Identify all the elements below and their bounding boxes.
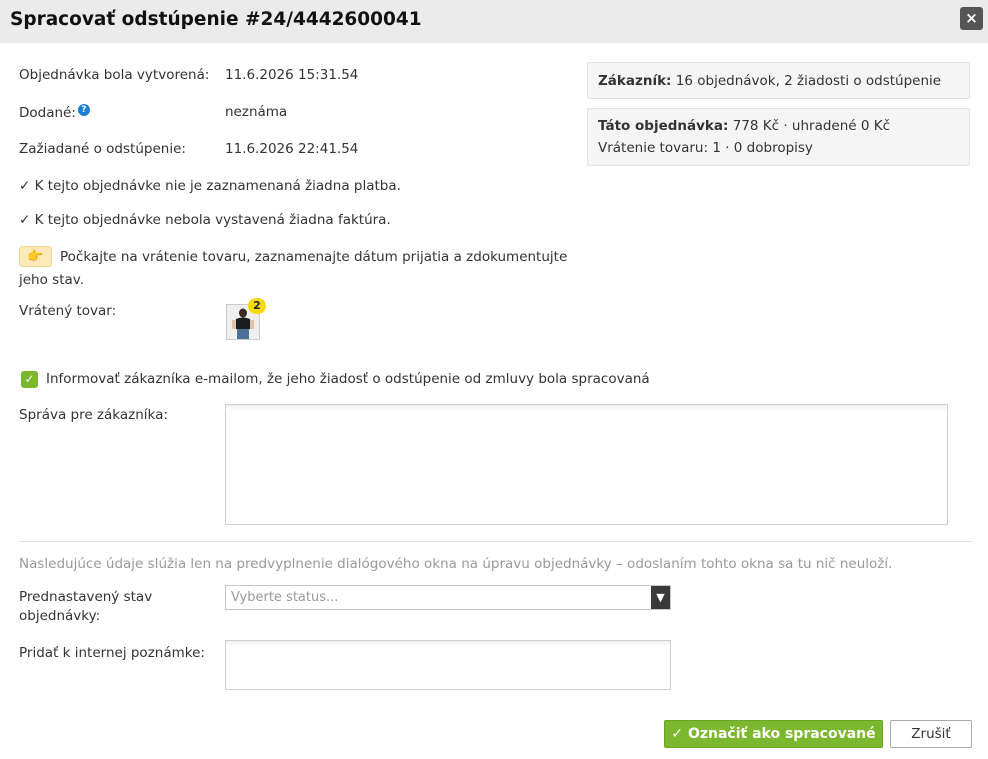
customer-value: 16 objednávok, 2 žiadosti o odstúpenie: [675, 73, 942, 89]
created-value: 11.6.2026 15:31.54: [225, 67, 359, 83]
delivered-label: Dodané:: [19, 105, 76, 121]
close-button[interactable]: ×: [960, 7, 983, 30]
status-select[interactable]: Vyberte status... ▼: [225, 585, 671, 610]
internal-note-input[interactable]: [225, 640, 671, 690]
prefill-hint: Nasledujúce údaje slúžia len na predvypl…: [19, 556, 893, 572]
order-info-box: Táto objednávka: 778 Kč · uhradené 0 Kč …: [587, 108, 970, 166]
payment-status: ✓ K tejto objednávke nie je zaznamenaná …: [19, 178, 401, 194]
dialog-titlebar: Spracovať odstúpenie #24/4442600041 ×: [0, 0, 988, 43]
invoice-status: ✓ K tejto objednávke nebola vystavená ži…: [19, 212, 391, 228]
mark-processed-button[interactable]: ✓ Označiť ako spracované: [664, 720, 883, 748]
notice-text: Počkajte na vrátenie tovaru, zaznamenajt…: [19, 249, 568, 288]
internal-note-label: Pridať k internej poznámke:: [19, 645, 205, 661]
cancel-button[interactable]: Zrušiť: [890, 720, 972, 748]
customer-info-box: Zákazník: 16 objednávok, 2 žiadosti o od…: [587, 62, 970, 99]
delivered-label-row: Dodané:?: [19, 104, 90, 121]
requested-value: 11.6.2026 22:41.54: [225, 141, 359, 157]
order-value: 778 Kč · uhradené 0 Kč: [732, 118, 891, 134]
notify-checkbox[interactable]: ✓: [21, 371, 38, 388]
dialog-title: Spracovať odstúpenie #24/4442600041: [10, 9, 422, 30]
section-divider: [19, 541, 972, 542]
message-textarea[interactable]: [225, 404, 948, 525]
close-icon: ×: [965, 9, 978, 27]
chevron-down-icon[interactable]: ▼: [651, 586, 670, 609]
order-label: Táto objednávka:: [598, 118, 729, 134]
status-placeholder: Vyberte status...: [231, 590, 339, 605]
message-label: Správa pre zákazníka:: [19, 407, 168, 423]
returns-summary: Vrátenie tovaru: 1 · 0 dobropisy: [598, 140, 813, 156]
status-label: Prednastavený stav objednávky:: [19, 589, 153, 624]
returned-goods-label: Vrátený tovar:: [19, 303, 117, 319]
created-label: Objednávka bola vytvorená:: [19, 67, 210, 83]
notify-label[interactable]: Informovať zákazníka e-mailom, že jeho ž…: [46, 371, 650, 387]
customer-label: Zákazník:: [598, 73, 672, 89]
requested-label: Zažiadané o odstúpenie:: [19, 141, 186, 157]
help-icon[interactable]: ?: [77, 104, 90, 116]
delivered-value: neznáma: [225, 104, 288, 120]
order-summary: Táto objednávka: 778 Kč · uhradené 0 Kč: [598, 115, 959, 137]
returned-count-badge: 2: [248, 298, 266, 314]
checkmark-icon: ✓: [24, 372, 35, 386]
